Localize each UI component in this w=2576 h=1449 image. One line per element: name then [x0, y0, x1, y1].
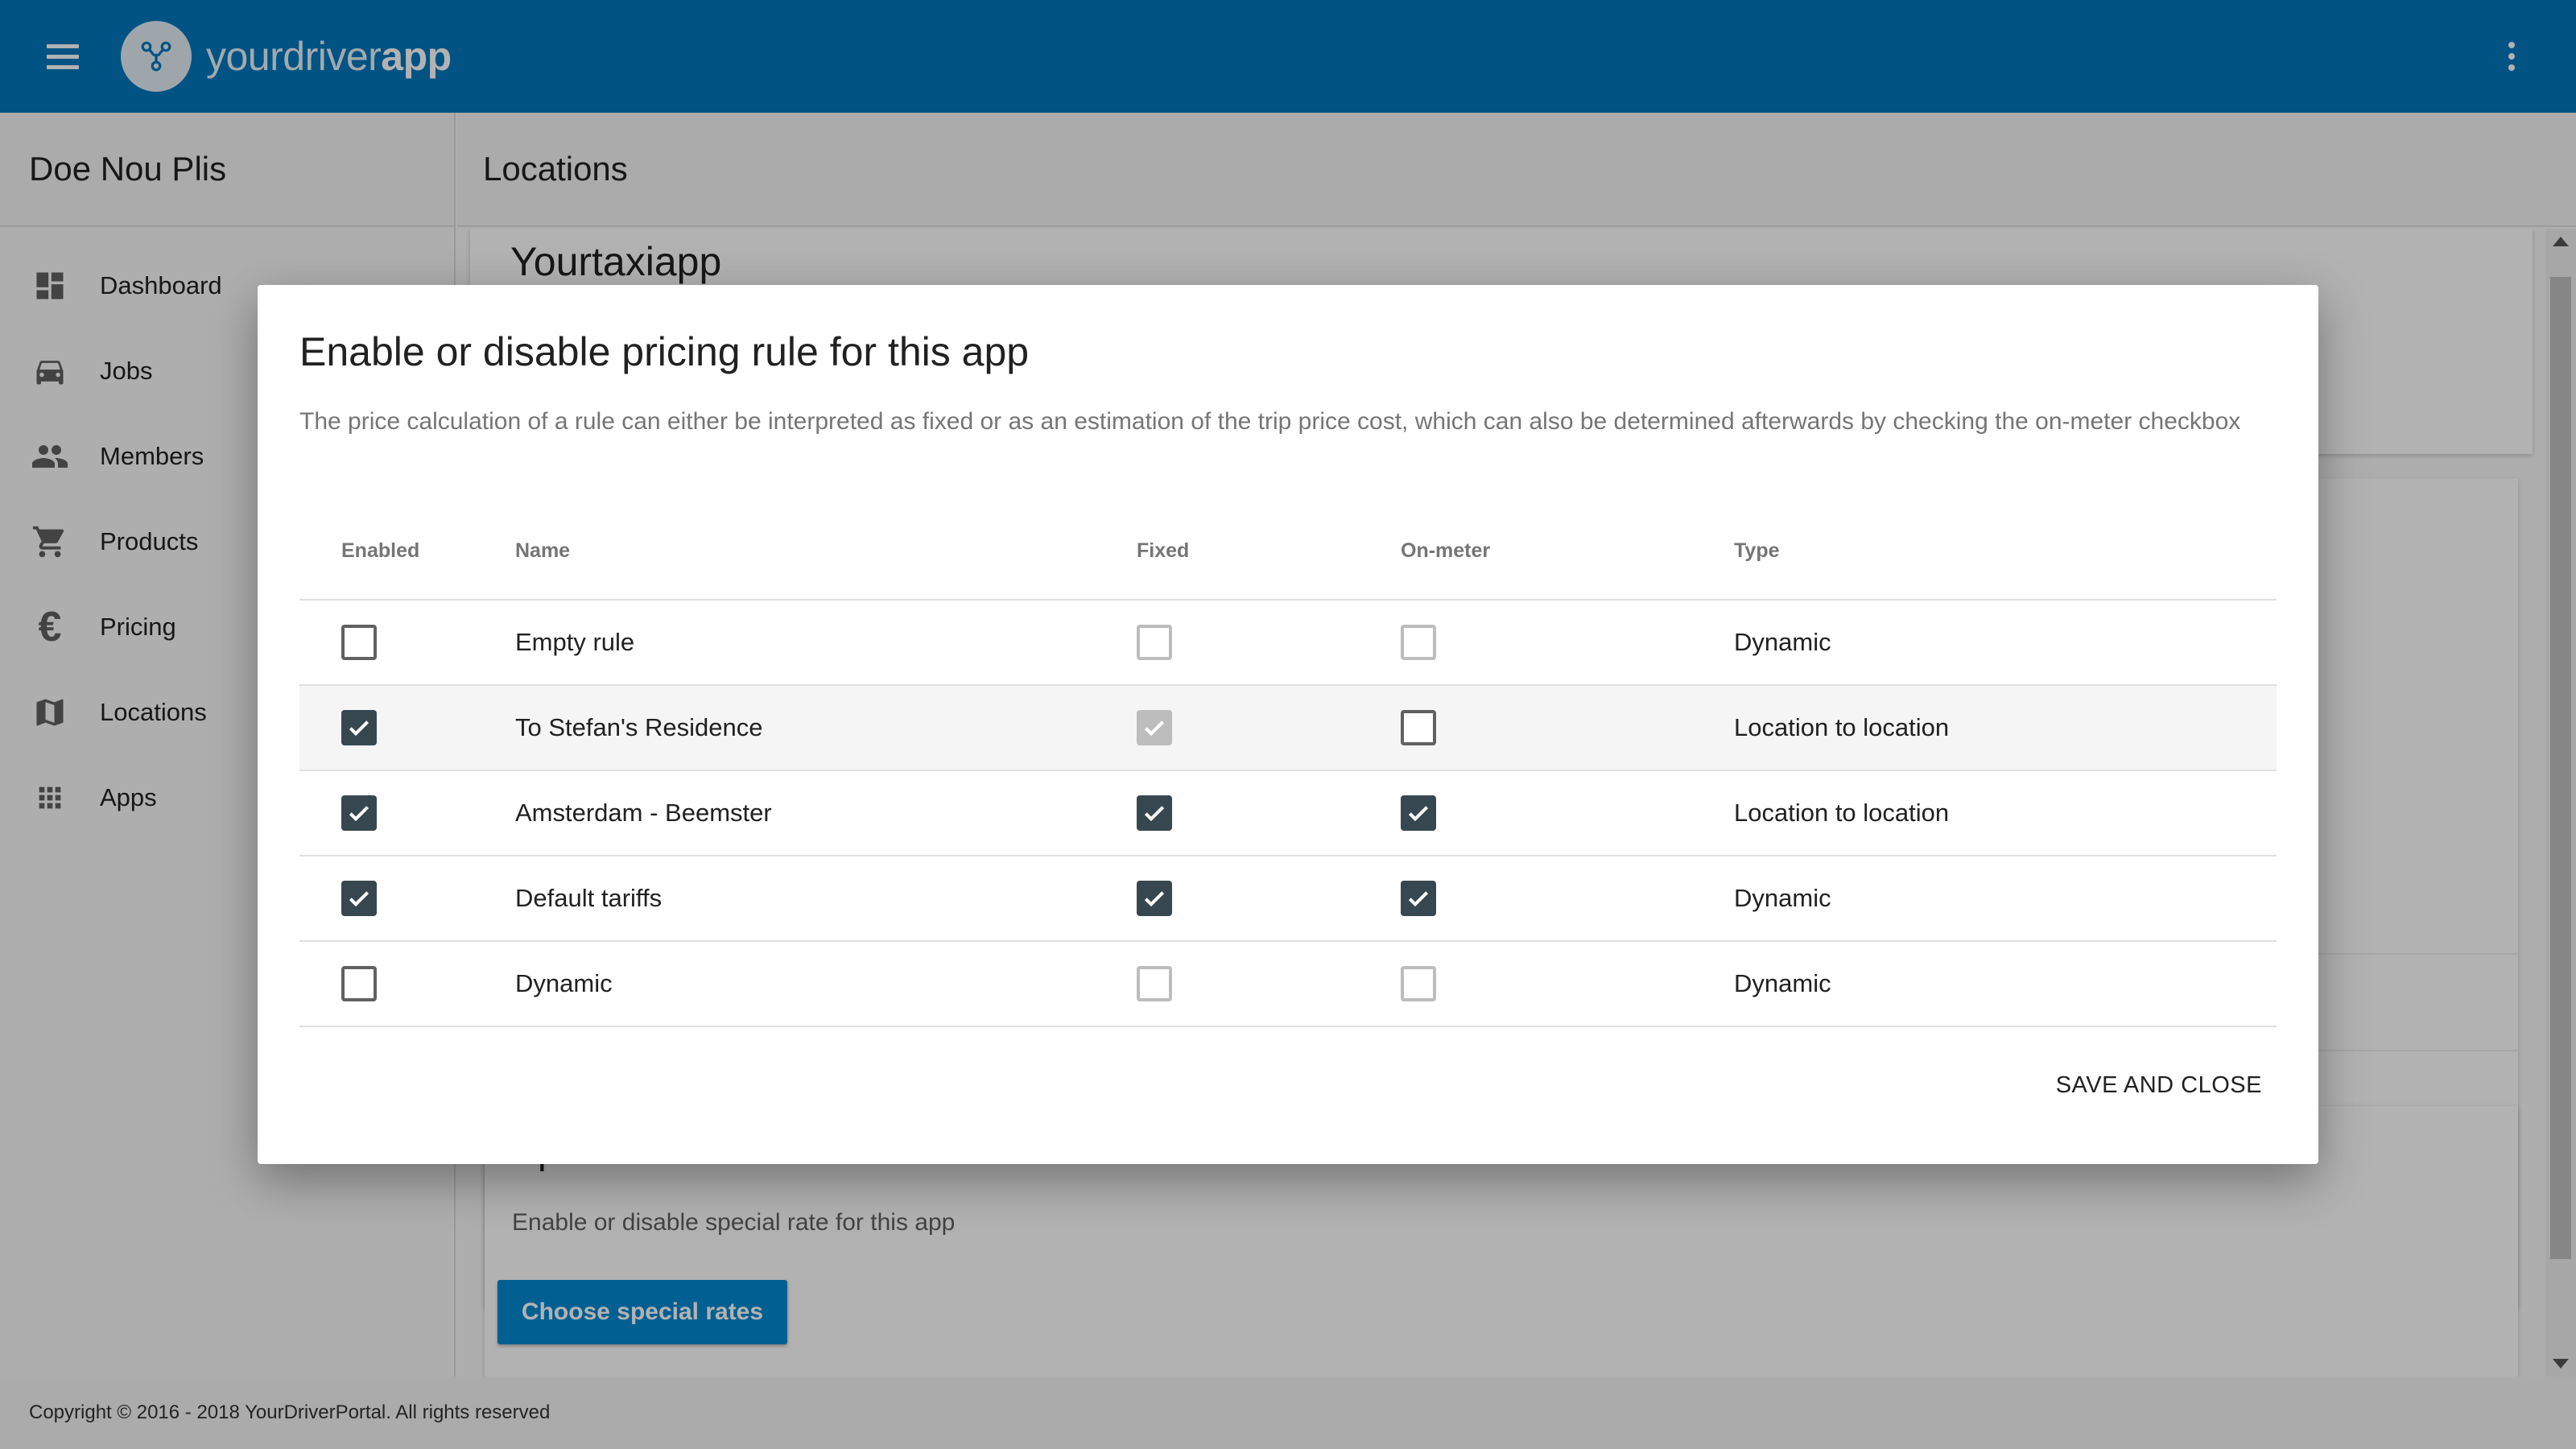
column-header-name: Name	[515, 539, 571, 562]
dialog-title: Enable or disable pricing rule for this …	[299, 329, 1030, 374]
rule-type: Dynamic	[1734, 884, 1831, 912]
rule-name: Default tariffs	[515, 884, 663, 912]
column-header-fixed: Fixed	[1137, 539, 1190, 562]
on-meter-checkbox[interactable]	[1401, 795, 1436, 831]
on-meter-checkbox[interactable]	[1401, 710, 1436, 745]
enabled-checkbox[interactable]	[341, 966, 377, 1001]
on-meter-checkbox[interactable]	[1401, 625, 1436, 660]
on-meter-checkbox[interactable]	[1401, 881, 1436, 916]
enabled-checkbox[interactable]	[341, 881, 377, 916]
rule-type: Location to location	[1734, 713, 1950, 741]
column-header-type: Type	[1734, 539, 1780, 562]
rule-type: Dynamic	[1734, 969, 1831, 997]
rule-type: Dynamic	[1734, 628, 1831, 656]
pricing-rules-table: Enabled Name Fixed On-meter Type Empty r…	[299, 502, 2277, 1027]
rule-name: To Stefan's Residence	[515, 713, 763, 741]
table-row: Dynamic Dynamic	[299, 942, 2277, 1027]
enabled-checkbox[interactable]	[341, 625, 377, 660]
column-header-on-meter: On-meter	[1401, 539, 1491, 562]
fixed-checkbox[interactable]	[1137, 625, 1172, 660]
enabled-checkbox[interactable]	[341, 795, 377, 831]
enabled-checkbox[interactable]	[341, 710, 377, 745]
rule-name: Dynamic	[515, 969, 613, 997]
on-meter-checkbox[interactable]	[1401, 966, 1436, 1001]
rule-type: Location to location	[1734, 799, 1950, 827]
save-and-close-button[interactable]: SAVE AND CLOSE	[2043, 1059, 2275, 1111]
rule-name: Amsterdam - Beemster	[515, 799, 772, 827]
table-row: Default tariffs Dynamic	[299, 857, 2277, 942]
table-header: Enabled Name Fixed On-meter Type	[299, 502, 2277, 601]
rule-name: Empty rule	[515, 628, 635, 656]
fixed-checkbox	[1137, 710, 1172, 745]
dialog-description: The price calculation of a rule can eith…	[299, 408, 2241, 435]
fixed-checkbox[interactable]	[1137, 795, 1172, 831]
fixed-checkbox[interactable]	[1137, 966, 1172, 1001]
table-row: To Stefan's Residence Location to locati…	[299, 686, 2277, 771]
table-row: Empty rule Dynamic	[299, 601, 2277, 686]
fixed-checkbox[interactable]	[1137, 881, 1172, 916]
column-header-enabled: Enabled	[341, 539, 420, 562]
pricing-rule-dialog: Enable or disable pricing rule for this …	[258, 285, 2318, 1164]
table-row: Amsterdam - Beemster Location to locatio…	[299, 771, 2277, 857]
